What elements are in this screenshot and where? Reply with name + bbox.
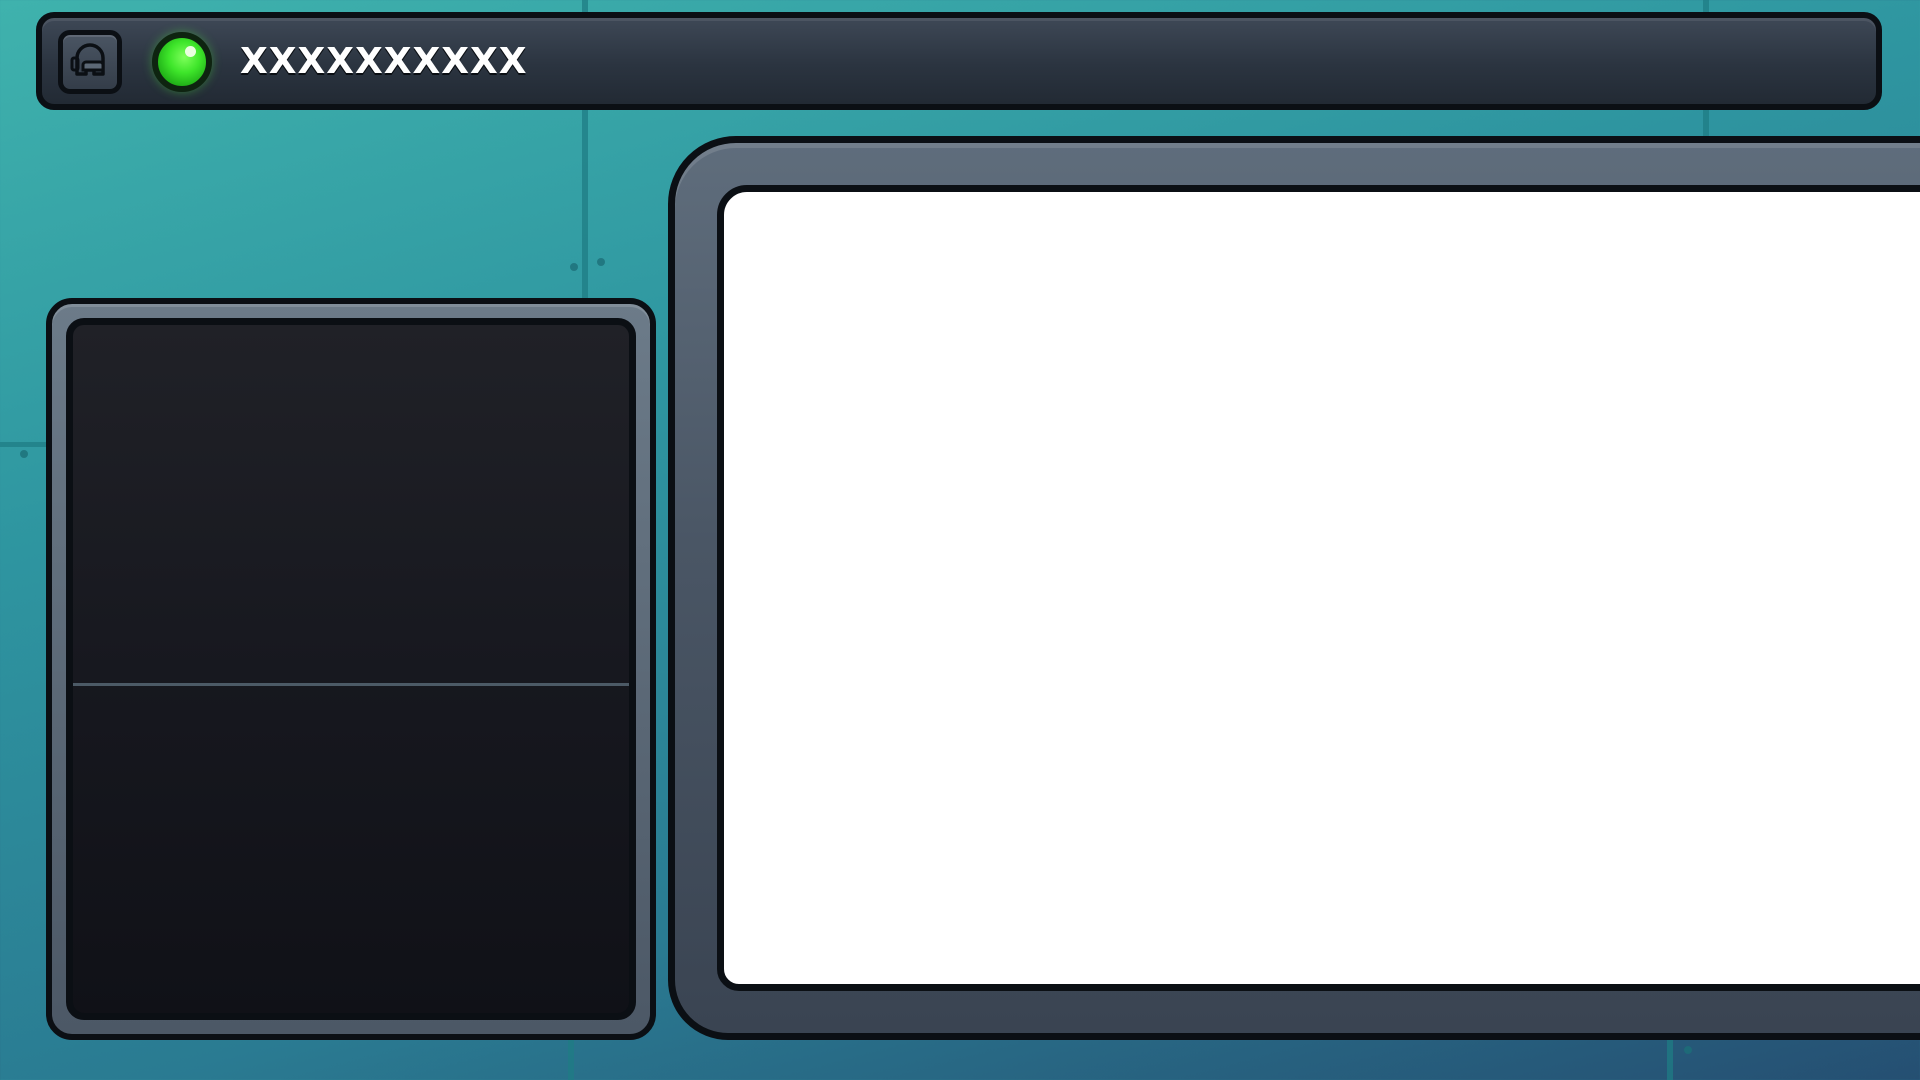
wall-rivet [570,263,578,271]
left-monitor-screen [66,318,636,1020]
wall-seam-vertical [1667,1040,1673,1080]
wall-rivet [20,450,28,458]
wall-rivet [597,258,605,266]
wall-seam-vertical [568,1040,574,1080]
wall-rivet [1684,1046,1692,1054]
wall-seam-horizontal [0,442,46,447]
screen-divider [73,683,629,686]
main-display-panel [668,136,1920,1040]
main-display-screen [717,185,1920,991]
crewmate-icon [70,43,105,76]
online-status-light [152,32,212,92]
player-header-bar: XXXXXXXXXX [36,12,1882,110]
crewmate-icon-button[interactable] [58,30,122,94]
player-name: XXXXXXXXXX [240,41,528,82]
left-monitor-panel [46,298,656,1040]
